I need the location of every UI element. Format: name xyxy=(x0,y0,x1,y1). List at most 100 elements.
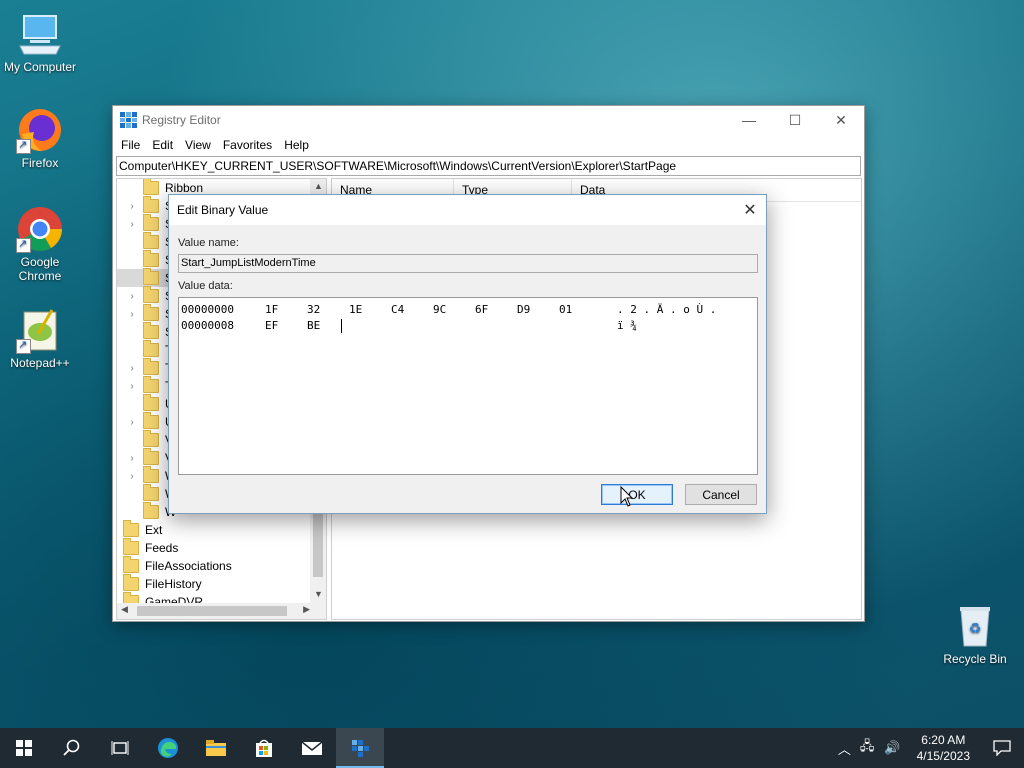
tree-horizontal-scrollbar[interactable]: ◀ ▶ xyxy=(117,603,312,619)
tree-item[interactable]: Ext xyxy=(117,520,326,539)
taskbar-edge[interactable] xyxy=(144,728,192,768)
task-view-button[interactable] xyxy=(96,728,144,768)
edit-binary-value-dialog: Edit Binary Value ✕ Value name: Start_Ju… xyxy=(168,194,767,514)
maximize-icon: ☐ xyxy=(788,111,802,128)
scroll-left-icon[interactable]: ◀ xyxy=(121,604,128,615)
ok-button[interactable]: OK xyxy=(601,484,673,505)
shortcut-arrow-icon xyxy=(16,138,31,154)
minimize-icon: — xyxy=(742,112,756,128)
taskbar-file-explorer[interactable] xyxy=(192,728,240,768)
folder-icon xyxy=(123,556,139,573)
expand-chevron-icon[interactable]: › xyxy=(127,417,137,428)
shortcut-arrow-icon xyxy=(16,237,31,253)
menu-help[interactable]: Help xyxy=(278,138,315,152)
folder-icon xyxy=(143,304,159,321)
tree-item[interactable]: FileAssociations xyxy=(117,556,326,575)
desktop-icon-firefox[interactable]: Firefox xyxy=(0,106,80,170)
text-caret xyxy=(341,319,342,333)
desktop-icon-label: My Computer xyxy=(3,60,77,74)
folder-icon xyxy=(143,322,159,339)
tree-item-label: Ext xyxy=(145,523,163,537)
notification-button[interactable] xyxy=(980,728,1024,768)
expand-chevron-icon[interactable]: › xyxy=(127,381,137,392)
notification-icon xyxy=(993,740,1011,756)
cancel-button[interactable]: Cancel xyxy=(685,484,757,505)
folder-icon xyxy=(143,448,159,465)
desktop-icon-notepadpp[interactable]: Notepad++ xyxy=(0,306,80,370)
expand-chevron-icon[interactable]: › xyxy=(127,201,137,212)
close-button[interactable]: ✕ xyxy=(818,106,864,134)
hex-offset: 00000000 xyxy=(181,303,234,316)
hex-editor[interactable]: 00000000 1F 32 1E C4 9C 6F D9 01 . 2 . Ä… xyxy=(178,297,758,475)
folder-icon xyxy=(143,430,159,447)
clock[interactable]: 6:20 AM 4/15/2023 xyxy=(907,732,980,764)
desktop-icon-my-computer[interactable]: My Computer xyxy=(0,10,80,74)
hex-byte: BE xyxy=(307,319,321,332)
tree-item[interactable]: Feeds xyxy=(117,538,326,557)
dialog-close-icon[interactable]: ✕ xyxy=(734,195,766,225)
menu-edit[interactable]: Edit xyxy=(146,138,179,152)
expand-chevron-icon[interactable]: › xyxy=(127,471,137,482)
menu-favorites[interactable]: Favorites xyxy=(217,138,278,152)
expand-chevron-icon[interactable]: › xyxy=(127,219,137,230)
tree-item-label: FileAssociations xyxy=(145,559,232,573)
hex-byte: 01 xyxy=(559,303,573,316)
edge-icon xyxy=(158,738,178,758)
system-tray: ︿ 🖧 🔊 6:20 AM 4/15/2023 xyxy=(833,728,1024,768)
taskbar: ︿ 🖧 🔊 6:20 AM 4/15/2023 xyxy=(0,728,1024,768)
address-bar[interactable]: Computer\HKEY_CURRENT_USER\SOFTWARE\Micr… xyxy=(116,156,861,176)
dialog-titlebar[interactable]: Edit Binary Value ✕ xyxy=(169,195,766,225)
folder-icon xyxy=(143,484,159,501)
hex-ascii: ï ¾ xyxy=(617,319,637,332)
folder-icon xyxy=(143,250,159,267)
volume-icon[interactable]: 🔊 xyxy=(878,740,906,756)
network-icon[interactable]: 🖧 xyxy=(856,737,879,759)
expand-chevron-icon[interactable]: › xyxy=(127,453,137,464)
notepadpp-icon xyxy=(16,306,64,354)
search-button[interactable] xyxy=(48,728,96,768)
hex-offset: 00000008 xyxy=(181,319,234,332)
expand-chevron-icon[interactable]: › xyxy=(127,291,137,302)
menu-view[interactable]: View xyxy=(179,138,217,152)
folder-icon xyxy=(143,466,159,483)
windows-logo-icon xyxy=(16,740,32,756)
clock-time: 6:20 AM xyxy=(921,733,966,747)
value-data-label: Value data: xyxy=(178,280,233,292)
desktop-icon-google-chrome[interactable]: Google Chrome xyxy=(0,205,80,283)
taskbar-registry-editor[interactable] xyxy=(336,728,384,768)
folder-icon xyxy=(143,358,159,375)
desktop-icon-label: Firefox xyxy=(21,156,59,170)
tree-item-label: Feeds xyxy=(145,541,179,555)
regedit-icon xyxy=(120,112,137,128)
folder-icon xyxy=(143,340,159,357)
firefox-icon xyxy=(16,106,64,154)
scrollbar-thumb[interactable] xyxy=(137,606,287,616)
window-titlebar[interactable]: Registry Editor — ☐ ✕ xyxy=(113,106,864,134)
hex-ascii: . 2 . Ä . o Ù . xyxy=(617,303,717,316)
maximize-button[interactable]: ☐ xyxy=(772,106,818,134)
tree-item[interactable]: FileHistory xyxy=(117,574,326,593)
search-icon xyxy=(63,739,80,756)
expand-chevron-icon[interactable]: › xyxy=(127,309,137,320)
desktop-icon-recycle-bin[interactable]: ♻ Recycle Bin xyxy=(935,602,1015,666)
hex-byte: C4 xyxy=(391,303,405,316)
folder-icon xyxy=(123,520,139,537)
folder-icon xyxy=(143,179,159,195)
minimize-button[interactable]: — xyxy=(726,106,772,134)
svg-text:♻: ♻ xyxy=(969,621,982,637)
scroll-up-icon[interactable]: ▲ xyxy=(314,181,323,191)
folder-icon xyxy=(123,574,139,591)
taskbar-mail[interactable] xyxy=(288,728,336,768)
hex-byte: 9C xyxy=(433,303,447,316)
menu-file[interactable]: File xyxy=(115,138,146,152)
scroll-down-icon[interactable]: ▼ xyxy=(314,589,323,599)
expand-chevron-icon[interactable]: › xyxy=(127,363,137,374)
hex-byte: D9 xyxy=(517,303,531,316)
folder-icon xyxy=(143,232,159,249)
chevron-up-icon[interactable]: ︿ xyxy=(833,739,856,758)
start-button[interactable] xyxy=(0,728,48,768)
tree-item-label: FileHistory xyxy=(145,577,202,591)
scroll-right-icon[interactable]: ▶ xyxy=(303,604,310,615)
taskbar-store[interactable] xyxy=(240,728,288,768)
hex-byte: EF xyxy=(265,319,279,332)
